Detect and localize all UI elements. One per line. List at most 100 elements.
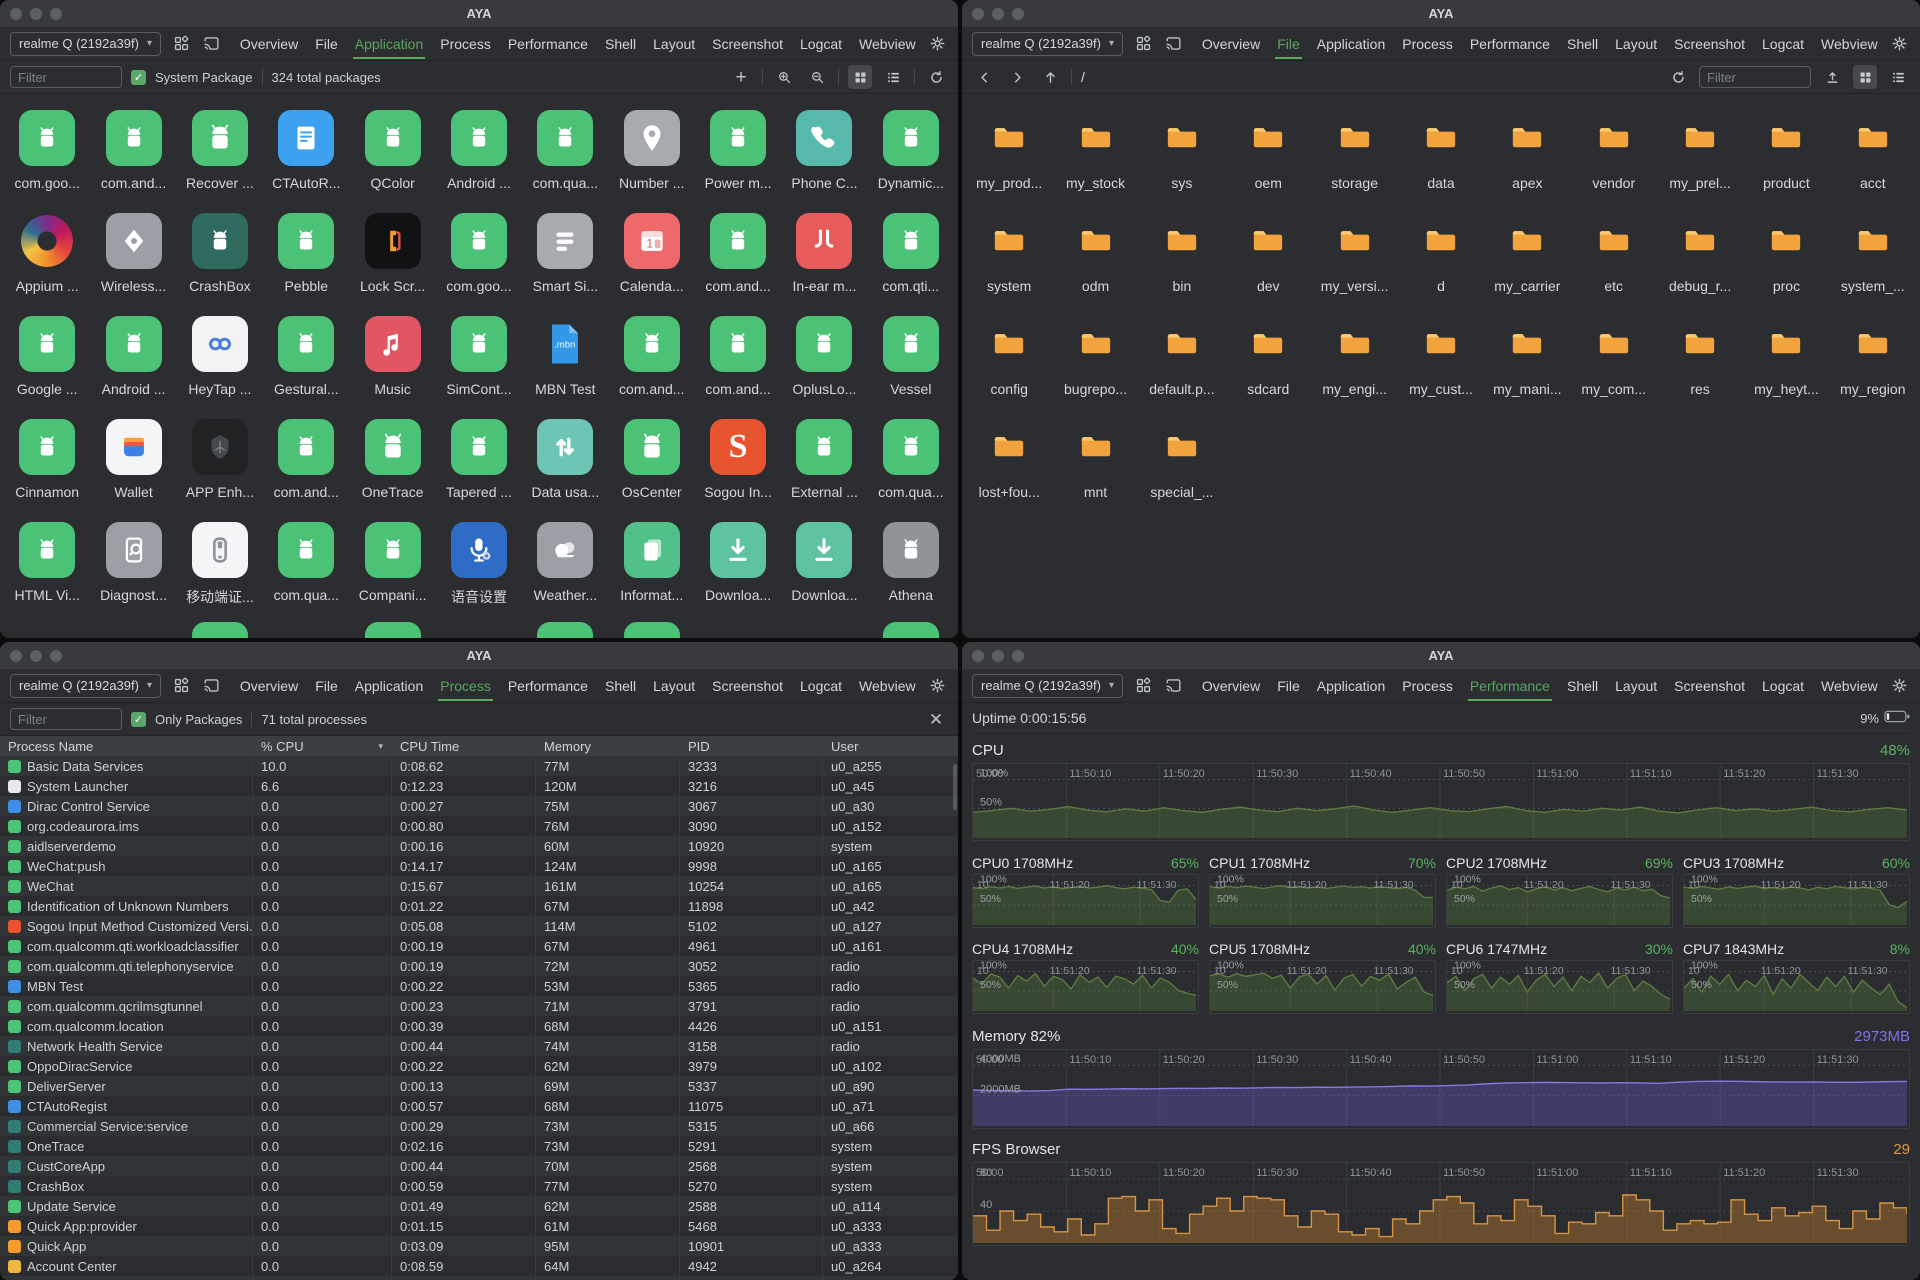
app-item[interactable]: Android ... <box>436 102 522 205</box>
app-item[interactable]: Athena <box>868 514 954 617</box>
app-item[interactable]: Music <box>349 308 435 411</box>
folder-item[interactable]: acct <box>1830 102 1916 205</box>
folder-item[interactable]: bugrepo... <box>1052 308 1138 411</box>
app-item[interactable]: External ... <box>781 411 867 514</box>
table-row[interactable]: Commercial Service:service0.00:00.2973M5… <box>0 1116 958 1136</box>
device-grid-icon[interactable] <box>171 674 191 698</box>
app-item[interactable]: com.and... <box>263 411 349 514</box>
app-item[interactable]: OsCenter <box>609 411 695 514</box>
app-item[interactable]: com.and... <box>695 205 781 308</box>
app-item[interactable]: com.qti... <box>868 205 954 308</box>
app-item[interactable]: APP Enh... <box>177 411 263 514</box>
scrollbar-thumb[interactable] <box>953 764 957 810</box>
tab-logcat[interactable]: Logcat <box>1760 671 1806 700</box>
app-item[interactable]: Recover ... <box>177 102 263 205</box>
table-row[interactable]: Quick App0.00:03.0995M10901u0_a333 <box>0 1236 958 1256</box>
app-item[interactable]: com.qua... <box>868 411 954 514</box>
table-row[interactable]: DeliverServer0.00:00.1369M5337u0_a90 <box>0 1076 958 1096</box>
app-item[interactable]: com.and... <box>90 102 176 205</box>
settings-gear-icon[interactable] <box>1890 674 1910 698</box>
settings-gear-icon[interactable] <box>928 674 948 698</box>
refresh-icon[interactable] <box>1666 65 1690 89</box>
device-grid-icon[interactable] <box>1133 674 1153 698</box>
app-item[interactable]: 语音设置 <box>436 514 522 617</box>
folder-item[interactable]: dev <box>1225 205 1311 308</box>
column-header[interactable]: PID <box>680 736 823 756</box>
folder-item[interactable]: my_engi... <box>1311 308 1397 411</box>
table-row[interactable]: Quick App:provider0.00:01.1561M5468u0_a3… <box>0 1216 958 1236</box>
tab-webview[interactable]: Webview <box>1819 671 1880 700</box>
app-item[interactable]: Compani... <box>349 514 435 617</box>
tab-layout[interactable]: Layout <box>651 671 697 700</box>
app-item[interactable]: Appium ... <box>4 205 90 308</box>
tab-performance[interactable]: Performance <box>1468 29 1552 58</box>
table-row[interactable]: com.qualcomm.location0.00:00.3968M4426u0… <box>0 1016 958 1036</box>
android-robot-icon[interactable] <box>365 622 421 638</box>
folder-item[interactable]: my_heyt... <box>1743 308 1829 411</box>
app-item[interactable]: Number ... <box>609 102 695 205</box>
table-row[interactable]: WeChat0.00:15.67161M10254u0_a165 <box>0 876 958 896</box>
table-row[interactable]: MBN Test0.00:00.2253M5365radio <box>0 976 958 996</box>
app-item[interactable]: OplusLo... <box>781 308 867 411</box>
folder-item[interactable]: storage <box>1311 102 1397 205</box>
folder-item[interactable]: vendor <box>1571 102 1657 205</box>
folder-item[interactable]: my_mani... <box>1484 308 1570 411</box>
android-robot-icon[interactable] <box>192 622 248 638</box>
app-item[interactable]: HTML Vi... <box>4 514 90 617</box>
tab-layout[interactable]: Layout <box>1613 29 1659 58</box>
folder-item[interactable]: my_stock <box>1052 102 1138 205</box>
table-row[interactable]: Global Search0.00:06.0463M3383u0_a232 <box>0 1276 958 1280</box>
table-row[interactable]: Sogou Input Method Customized Versi...0.… <box>0 916 958 936</box>
folder-item[interactable]: system_... <box>1830 205 1916 308</box>
table-row[interactable]: OppoDiracService0.00:00.2262M3979u0_a102 <box>0 1056 958 1076</box>
list-view-icon[interactable] <box>881 65 905 89</box>
tab-performance[interactable]: Performance <box>1468 671 1552 700</box>
tab-application[interactable]: Application <box>1315 671 1388 700</box>
device-grid-icon[interactable] <box>171 32 191 56</box>
table-row[interactable]: Basic Data Services10.00:08.6277M3233u0_… <box>0 756 958 776</box>
folder-item[interactable]: proc <box>1743 205 1829 308</box>
tab-application[interactable]: Application <box>1315 29 1388 58</box>
android-robot-icon[interactable] <box>624 622 680 638</box>
tab-performance[interactable]: Performance <box>506 29 590 58</box>
app-item[interactable]: CTAutoR... <box>263 102 349 205</box>
app-item[interactable]: .mbnMBN Test <box>522 308 608 411</box>
android-robot-icon[interactable] <box>537 622 593 638</box>
app-item[interactable]: 1Calenda... <box>609 205 695 308</box>
folder-item[interactable]: sdcard <box>1225 308 1311 411</box>
tab-layout[interactable]: Layout <box>651 29 697 58</box>
titlebar[interactable]: AYA <box>0 642 958 669</box>
tab-shell[interactable]: Shell <box>1565 29 1600 58</box>
app-item[interactable]: Power m... <box>695 102 781 205</box>
folder-item[interactable]: data <box>1398 102 1484 205</box>
table-header[interactable]: Process Name% CPU▾CPU TimeMemoryPIDUser <box>0 736 958 756</box>
tab-logcat[interactable]: Logcat <box>1760 29 1806 58</box>
back-icon[interactable] <box>972 65 996 89</box>
app-item[interactable]: Downloa... <box>781 514 867 617</box>
filter-input[interactable] <box>10 66 122 88</box>
tab-screenshot[interactable]: Screenshot <box>1672 29 1747 58</box>
up-icon[interactable] <box>1038 65 1062 89</box>
tab-process[interactable]: Process <box>1400 671 1455 700</box>
table-row[interactable]: aidlserverdemo0.00:00.1660M10920system <box>0 836 958 856</box>
tab-application[interactable]: Application <box>353 29 426 58</box>
app-item[interactable]: OneTrace <box>349 411 435 514</box>
app-item[interactable]: com.and... <box>609 308 695 411</box>
tab-process[interactable]: Process <box>438 671 493 700</box>
table-row[interactable]: com.qualcomm.qcrilmsgtunnel0.00:00.2371M… <box>0 996 958 1016</box>
table-row[interactable]: org.codeaurora.ims0.00:00.8076M3090u0_a1… <box>0 816 958 836</box>
column-header[interactable]: % CPU▾ <box>253 736 392 756</box>
tab-performance[interactable]: Performance <box>506 671 590 700</box>
app-item[interactable]: Data usa... <box>522 411 608 514</box>
folder-item[interactable]: my_com... <box>1571 308 1657 411</box>
app-item[interactable]: SSogou In... <box>695 411 781 514</box>
table-row[interactable]: OneTrace0.00:02.1673M5291system <box>0 1136 958 1156</box>
app-item[interactable]: Lock Scr... <box>349 205 435 308</box>
tab-screenshot[interactable]: Screenshot <box>1672 671 1747 700</box>
tab-shell[interactable]: Shell <box>603 671 638 700</box>
tab-file[interactable]: File <box>1275 671 1302 700</box>
table-row[interactable]: WeChat:push0.00:14.17124M9998u0_a165 <box>0 856 958 876</box>
upload-icon[interactable] <box>1820 65 1844 89</box>
grid-view-icon[interactable] <box>848 65 872 89</box>
table-row[interactable]: com.qualcomm.qti.workloadclassifier0.00:… <box>0 936 958 956</box>
